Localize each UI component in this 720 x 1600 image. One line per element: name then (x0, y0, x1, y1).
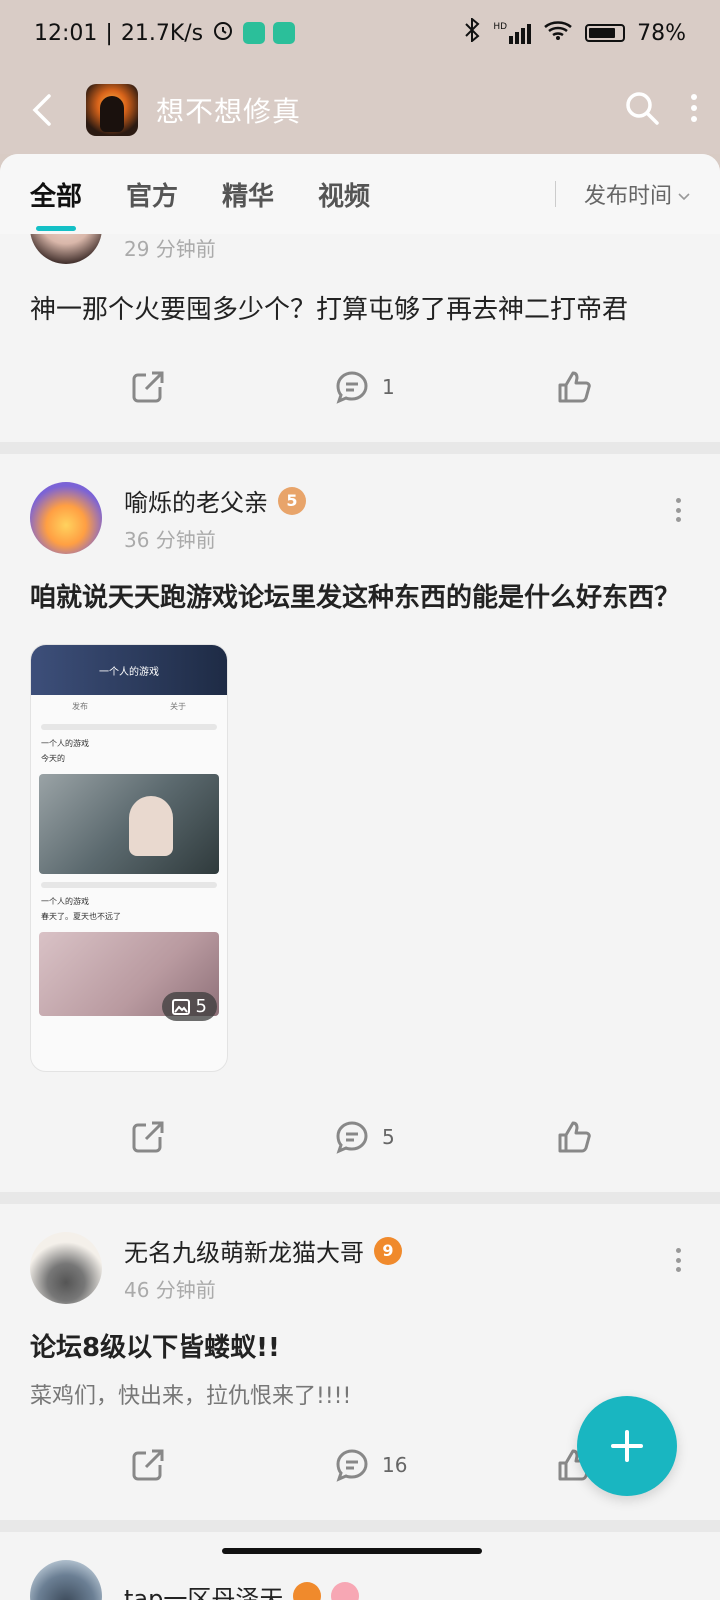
bluetooth-icon (463, 16, 481, 48)
comment-icon (336, 1121, 368, 1154)
tab-all[interactable]: 全部 (30, 176, 82, 231)
app-notification-icon (243, 22, 266, 44)
home-indicator[interactable] (222, 1548, 482, 1554)
more-icon[interactable] (676, 498, 682, 522)
comment-count: 5 (382, 1125, 395, 1149)
post-card[interactable]: 29 分钟前 神一那个火要囤多少个？打算屯够了再去神二打帝君 1 (0, 192, 720, 442)
thumb-author: 一个人的游戏 (41, 897, 89, 906)
avatar[interactable] (30, 1232, 102, 1304)
sort-label: 发布时间 (583, 184, 672, 209)
post-body: 菜鸡们，快出来，拉仇恨来了!!!! (30, 1384, 352, 1409)
comment-button[interactable]: 16 (334, 1447, 407, 1483)
image-count-badge: 5 (161, 992, 217, 1021)
divider (0, 1520, 720, 1532)
battery-level: 78% (637, 20, 686, 46)
level-badge: 5 (278, 486, 306, 515)
status-time: 12:01 (34, 20, 98, 46)
thumb-line (41, 882, 217, 888)
thumb-line (41, 724, 217, 730)
more-icon[interactable] (676, 1248, 682, 1272)
more-options-icon[interactable] (690, 93, 698, 127)
post-title: 神一那个火要囤多少个？打算屯够了再去神二打帝君 (30, 295, 629, 325)
divider (554, 181, 556, 207)
share-button[interactable] (130, 1447, 166, 1483)
status-bar: 12:01 | 21.7K/s HD 78% (0, 0, 720, 66)
author-name[interactable]: tap一区丹泽天 (124, 1579, 283, 1600)
tab-video[interactable]: 视频 (318, 176, 370, 213)
thumb-text: 今天的 (41, 754, 65, 763)
content-panel: 全部 官方 精华 视频 发布时间 29 分钟前 神一那个火要囤多少个？打算屯够了… (0, 154, 720, 1600)
share-button[interactable] (130, 1119, 166, 1155)
thumb-tabs: 发布 关于 (72, 702, 186, 711)
like-button[interactable] (556, 369, 592, 405)
post-card[interactable]: 喻烁的老父亲 5 36 分钟前 咱就说天天跑游戏论坛里发这种东西的能是什么好东西… (0, 454, 720, 1192)
avatar[interactable] (30, 482, 102, 554)
level-badge: 9 (374, 1236, 402, 1265)
image-icon (171, 998, 190, 1015)
share-icon (132, 1449, 164, 1481)
comment-button[interactable]: 1 (334, 369, 395, 405)
post-title: 论坛8级以下皆蝼蚁!! (30, 1333, 280, 1363)
divider (0, 1192, 720, 1204)
network-speed: 21.7K/s (120, 20, 204, 46)
page-title: 想不想修真 (156, 95, 302, 128)
search-icon[interactable] (624, 90, 660, 130)
post-time: 29 分钟前 (124, 236, 216, 261)
sort-dropdown[interactable]: 发布时间 (554, 178, 690, 210)
post-actions: 1 (30, 332, 690, 442)
game-icon[interactable] (86, 84, 138, 136)
author-name[interactable]: 喻烁的老父亲 (124, 483, 268, 518)
share-icon (132, 1121, 164, 1153)
share-icon (132, 371, 164, 403)
comment-count: 1 (382, 375, 395, 399)
comment-icon (336, 371, 368, 404)
thumb-text: 春天了。夏天也不远了 (41, 912, 121, 921)
battery-icon (585, 24, 626, 42)
like-button[interactable] (556, 1119, 592, 1155)
plus-icon (611, 1430, 643, 1462)
comment-button[interactable]: 5 (334, 1119, 395, 1155)
post-feed: 29 分钟前 神一那个火要囤多少个？打算屯够了再去神二打帝君 1 喻烁的老父亲 … (0, 192, 720, 1600)
thumbs-up-icon (558, 1121, 591, 1153)
tab-bar: 全部 官方 精华 视频 发布时间 (0, 154, 720, 234)
share-button[interactable] (130, 369, 166, 405)
divider (0, 442, 720, 454)
shield-icon (273, 22, 296, 44)
post-time: 36 分钟前 (124, 528, 216, 552)
back-icon[interactable] (22, 90, 62, 130)
tab-official[interactable]: 官方 (126, 176, 178, 213)
thumbs-up-icon (558, 371, 591, 403)
post-time: 46 分钟前 (124, 1278, 216, 1302)
thumb-header: 一个人的游戏 (31, 645, 227, 695)
chevron-down-icon (678, 182, 690, 207)
thumb-photo (39, 774, 219, 874)
wifi-icon (543, 19, 573, 47)
post-image[interactable]: 一个人的游戏 发布 关于 一个人的游戏 今天的 一个人的游戏 春天了。夏天也不远… (30, 644, 228, 1072)
author-name[interactable]: 无名九级萌新龙猫大哥 (124, 1233, 364, 1268)
comment-icon (336, 1449, 368, 1482)
tab-featured[interactable]: 精华 (222, 176, 274, 213)
role-badge (331, 1582, 360, 1600)
post-actions: 5 (30, 1082, 690, 1192)
create-post-button[interactable] (577, 1396, 677, 1496)
level-badge (293, 1582, 322, 1600)
post-card[interactable]: tap一区丹泽天 (0, 1532, 720, 1600)
top-bar: 想不想修真 (0, 66, 720, 154)
comment-count: 16 (382, 1453, 408, 1477)
avatar[interactable] (30, 1560, 102, 1600)
thumb-author: 一个人的游戏 (41, 739, 89, 748)
signal-icon: HD (493, 22, 532, 44)
post-title: 咱就说天天跑游戏论坛里发这种东西的能是什么好东西？ (30, 583, 681, 613)
alarm-icon (211, 18, 235, 48)
